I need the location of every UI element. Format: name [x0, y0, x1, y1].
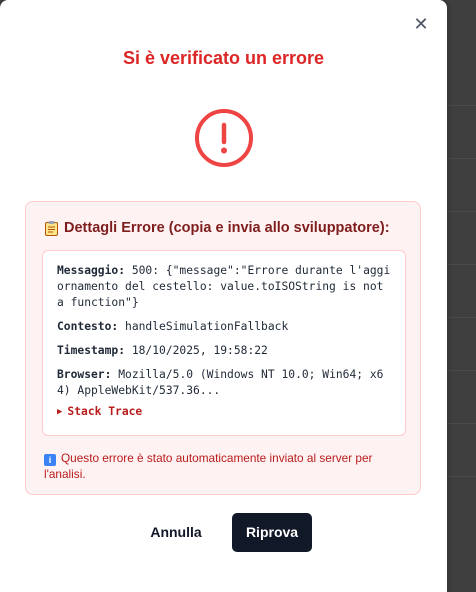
timestamp-value: 18/10/2025, 19:58:22 [131, 344, 268, 357]
close-icon[interactable]: ✕ [413, 15, 429, 33]
backdrop-divider [446, 264, 476, 265]
info-icon: i [44, 454, 56, 466]
details-header: Dettagli Errore (copia e invia allo svil… [45, 220, 390, 236]
stack-trace-toggle[interactable]: ▶ Stack Trace [57, 404, 393, 420]
context-row: Contesto: handleSimulationFallback [57, 319, 393, 335]
error-details-panel: Dettagli Errore (copia e invia allo svil… [25, 201, 421, 495]
auto-report-notice: i Questo errore è stato automaticamente i… [44, 450, 406, 482]
context-label: Contesto: [57, 320, 119, 333]
browser-row: Browser: Mozilla/5.0 (Windows NT 10.0; W… [57, 367, 393, 399]
error-info-box[interactable]: Messaggio: 500: {"message":"Errore duran… [42, 250, 406, 436]
cancel-button[interactable]: Annulla [140, 513, 212, 552]
context-value: handleSimulationFallback [125, 320, 289, 333]
backdrop-divider [446, 158, 476, 159]
alert-circle-icon [195, 109, 253, 167]
timestamp-label: Timestamp: [57, 344, 126, 357]
stack-trace-label: Stack Trace [67, 405, 143, 418]
notice-text: Questo errore è stato automaticamente in… [44, 451, 373, 481]
triangle-right-icon: ▶ [57, 407, 63, 417]
details-header-text: Dettagli Errore (copia e invia allo svil… [64, 220, 390, 236]
backdrop-divider [446, 476, 476, 477]
retry-button[interactable]: Riprova [232, 513, 312, 552]
timestamp-row: Timestamp: 18/10/2025, 19:58:22 [57, 343, 393, 359]
backdrop-divider [446, 317, 476, 318]
clipboard-icon [45, 220, 58, 236]
error-dialog: ✕ Si è verificato un errore Dettagli Err… [0, 0, 447, 592]
backdrop-divider [446, 423, 476, 424]
browser-label: Browser: [57, 368, 112, 381]
backdrop-divider [446, 211, 476, 212]
backdrop-divider [446, 370, 476, 371]
dialog-title: Si è verificato un errore [122, 48, 325, 68]
backdrop-divider [446, 105, 476, 106]
message-label: Messaggio: [57, 264, 126, 277]
message-row: Messaggio: 500: {"message":"Errore duran… [57, 263, 393, 311]
